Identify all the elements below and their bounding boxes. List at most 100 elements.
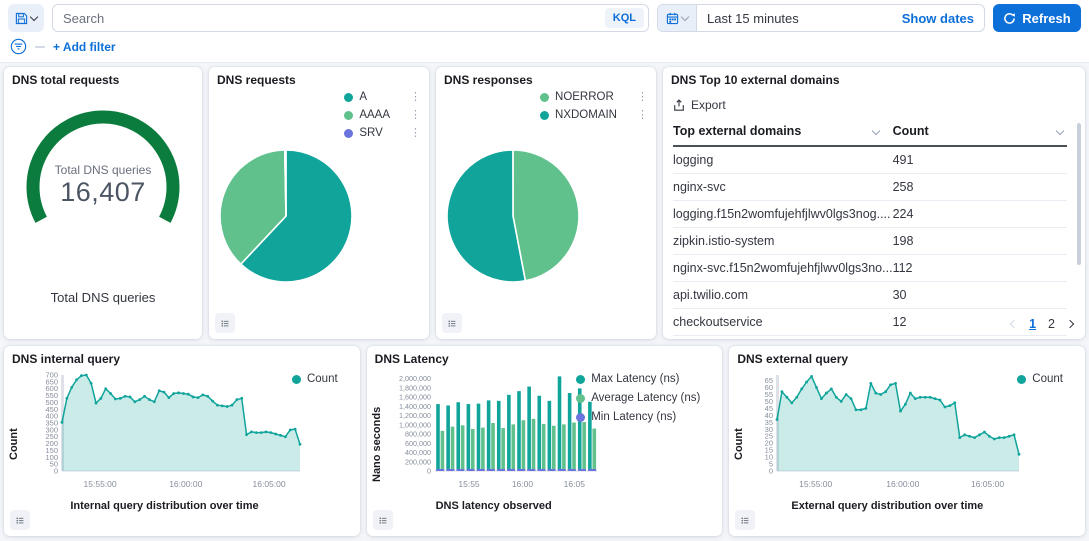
count-cell: 112 — [893, 255, 1067, 282]
saved-query-menu-button[interactable] — [8, 4, 44, 32]
legend-item-menu-icon[interactable]: ⋮ — [410, 93, 421, 102]
legend-item[interactable]: A⋮ — [344, 91, 421, 103]
page-number[interactable]: 1 — [1029, 317, 1036, 331]
pie-chart — [217, 147, 355, 285]
legend-item[interactable]: SRV ⋮ — [344, 127, 421, 139]
legend-dot-icon — [344, 93, 353, 102]
y-axis-title: Nano seconds — [371, 399, 383, 489]
save-icon — [15, 12, 28, 25]
filter-bar: + Add filter — [0, 35, 1089, 62]
search-input[interactable]: Search KQL — [52, 4, 649, 32]
previous-page-icon[interactable] — [1010, 320, 1018, 328]
domain-cell: nginx-svc.f15n2womfujehfjlwv0lgs3no... — [673, 255, 893, 282]
legend-item[interactable]: NXDOMAIN⋮ — [540, 109, 648, 121]
bar-chart: 0200,000400,000600,000800,0001,000,0001,… — [385, 371, 603, 497]
dashboard-grid: DNS total requests Total DNS queries 16,… — [0, 62, 1089, 541]
chevron-down-icon — [681, 13, 689, 21]
panel-dns-requests: DNS requests A⋮AAAA⋮SRV⋮ — [209, 67, 429, 339]
legend-dot-icon — [292, 375, 301, 384]
domains-table: Top external domains Count logging491ngi… — [673, 118, 1067, 336]
next-page-icon[interactable] — [1066, 320, 1074, 328]
count-cell: 491 — [893, 146, 1067, 174]
list-icon — [741, 514, 749, 527]
legend-item[interactable]: NOERROR ⋮ — [540, 91, 648, 103]
legend-item[interactable]: Count — [292, 373, 352, 385]
legend-dot-icon — [576, 394, 585, 403]
gauge-label: Total DNS queries — [4, 163, 202, 177]
legend-toggle-button[interactable] — [735, 510, 755, 530]
svg-text:16:00:00: 16:00:00 — [887, 479, 920, 489]
table-pagination: 12 — [1011, 317, 1073, 331]
list-icon — [379, 514, 387, 527]
legend-item[interactable]: Count — [1017, 373, 1077, 385]
legend-toggle-button[interactable] — [215, 313, 235, 333]
legend-item-menu-icon[interactable]: ⋮ — [410, 111, 421, 120]
date-picker: Last 15 minutes Show dates — [657, 4, 985, 32]
refresh-icon — [1003, 12, 1016, 25]
area-chart: 0510152025303540455055606515:55:0016:00:… — [747, 371, 1027, 497]
panel-dns-responses: DNS responses NOERROR⋮NXDOMAIN⋮ — [436, 67, 656, 339]
svg-text:15:55: 15:55 — [458, 479, 480, 489]
legend-item-menu-icon[interactable]: ⋮ — [637, 111, 648, 120]
column-header-count[interactable]: Count — [893, 118, 1067, 146]
svg-text:200,000: 200,000 — [405, 457, 431, 466]
domain-cell: api.twilio.com — [673, 282, 893, 309]
svg-text:16:05:00: 16:05:00 — [253, 479, 286, 489]
legend-label: Average Latency (ns) — [591, 392, 714, 404]
panel-dns-internal-query: DNS internal query Count 050100150200250… — [4, 346, 360, 536]
date-quick-menu-button[interactable] — [658, 5, 697, 31]
panel-title: DNS Latency — [375, 352, 715, 367]
domain-cell: checkoutservice — [673, 309, 893, 336]
legend-label: SRV — [359, 127, 404, 139]
export-button[interactable]: Export — [673, 98, 743, 112]
svg-text:700: 700 — [45, 371, 58, 380]
time-range-value[interactable]: Last 15 minutes — [697, 11, 902, 26]
legend-item-menu-icon[interactable]: ⋮ — [637, 93, 648, 102]
legend-dot-icon — [540, 93, 549, 102]
filter-separator — [35, 46, 45, 48]
domain-cell: logging.f15n2womfujehfjlwv0lgs3nog.... — [673, 201, 893, 228]
y-axis-title: Count — [8, 399, 20, 489]
search-placeholder: Search — [63, 11, 605, 26]
show-dates-button[interactable]: Show dates — [902, 11, 984, 26]
legend-item[interactable]: Average Latency (ns) — [576, 392, 714, 404]
refresh-label: Refresh — [1022, 11, 1070, 26]
legend-toggle-button[interactable] — [442, 313, 462, 333]
legend-dot-icon — [344, 129, 353, 138]
svg-text:16:00: 16:00 — [511, 479, 533, 489]
panel-dns-external-query: DNS external query Count 051015202530354… — [729, 346, 1085, 536]
table-row: nginx-svc.f15n2womfujehfjlwv0lgs3no...11… — [673, 255, 1067, 282]
legend-item-menu-icon[interactable]: ⋮ — [410, 129, 421, 138]
legend-dot-icon — [1017, 375, 1026, 384]
table-scrollbar[interactable] — [1077, 123, 1081, 265]
legend-label: Count — [307, 373, 352, 385]
table-row: zipkin.istio-system198 — [673, 228, 1067, 255]
chevron-down-icon — [30, 13, 38, 21]
legend-item[interactable]: Max Latency (ns) — [576, 373, 714, 385]
svg-text:1,800,000: 1,800,000 — [399, 383, 431, 392]
column-header-domains[interactable]: Top external domains — [673, 118, 893, 146]
panel-title: DNS total requests — [12, 73, 194, 88]
add-filter-button[interactable]: + Add filter — [53, 40, 116, 54]
svg-text:16:05: 16:05 — [563, 479, 585, 489]
list-icon — [16, 514, 24, 527]
pie-chart — [444, 147, 582, 285]
svg-text:2,000,000: 2,000,000 — [399, 374, 431, 383]
legend-toggle-button[interactable] — [10, 510, 30, 530]
kql-language-button[interactable]: KQL — [605, 8, 644, 28]
legend-item[interactable]: Min Latency (ns) — [576, 411, 714, 423]
panel-dns-total-requests: DNS total requests Total DNS queries 16,… — [4, 67, 202, 339]
refresh-button[interactable]: Refresh — [993, 4, 1081, 32]
x-axis-title: Internal query distribution over time — [22, 500, 307, 512]
y-axis-title: Count — [733, 399, 745, 489]
chart-legend: Count — [292, 373, 352, 385]
legend-label: A — [359, 91, 404, 103]
gauge-value: 16,407 — [4, 177, 202, 208]
page-number[interactable]: 2 — [1048, 317, 1055, 331]
legend-toggle-button[interactable] — [373, 510, 393, 530]
filter-menu-icon[interactable] — [10, 38, 27, 55]
panel-title: DNS responses — [444, 73, 648, 88]
legend-item[interactable]: AAAA⋮ — [344, 109, 421, 121]
legend-label: NOERROR — [555, 91, 631, 103]
legend-label: Max Latency (ns) — [591, 373, 714, 385]
